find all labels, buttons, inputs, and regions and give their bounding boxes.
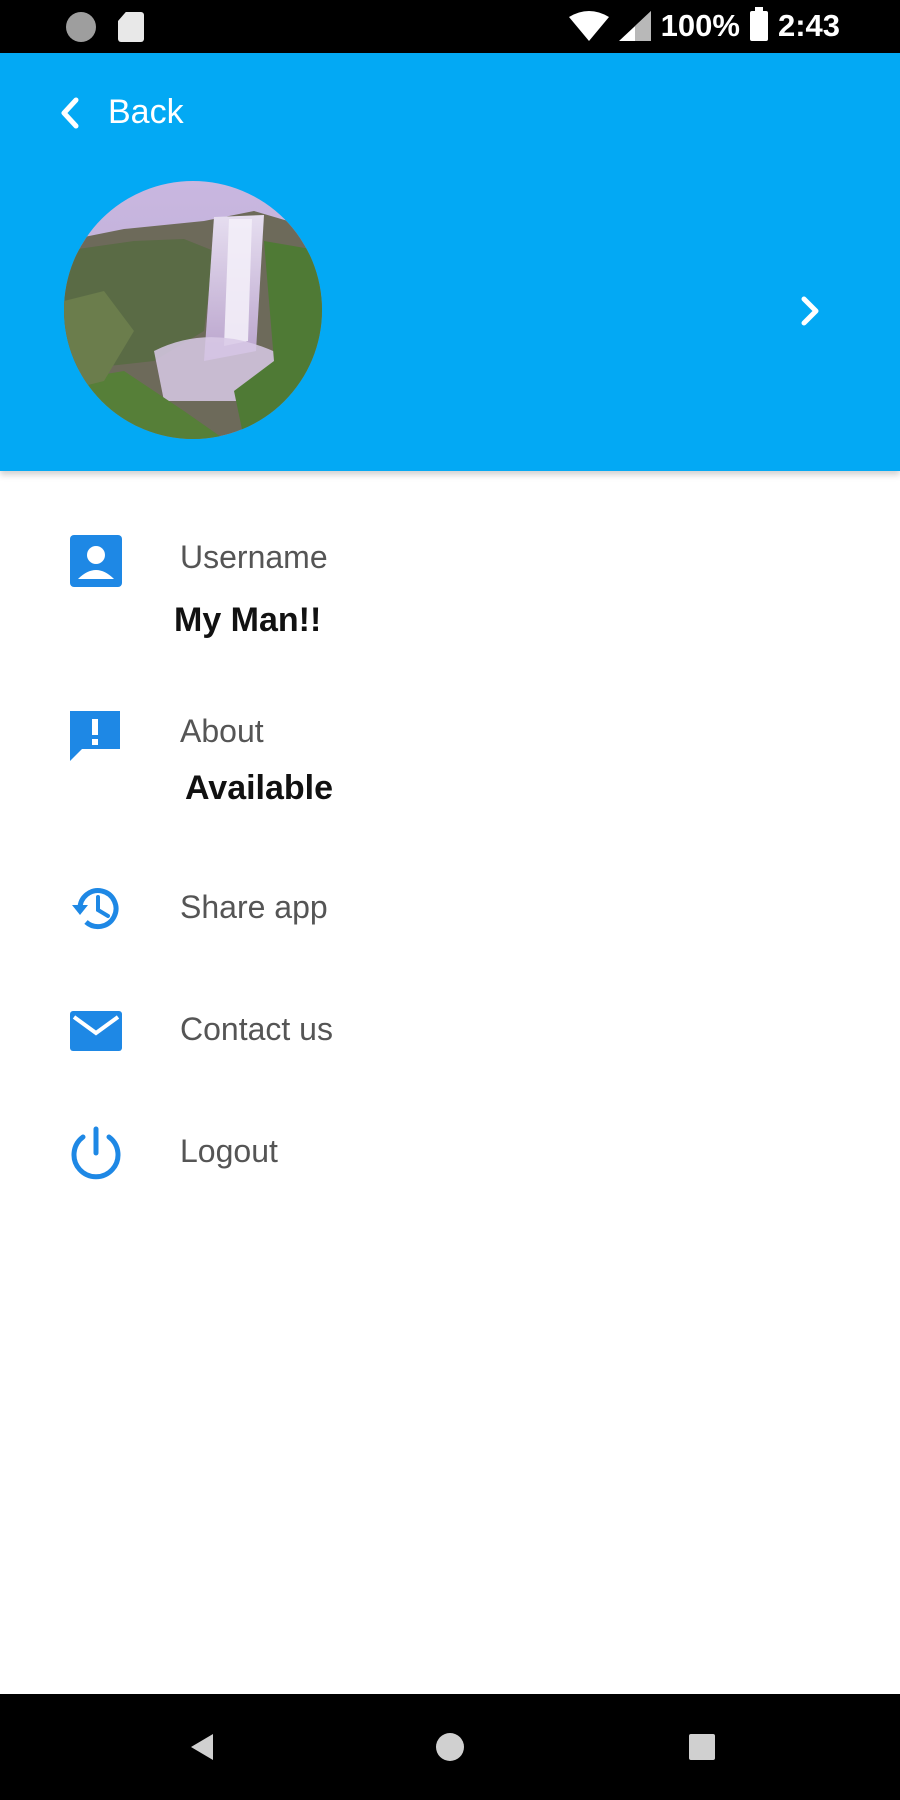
profile-header: Back bbox=[0, 53, 900, 471]
back-button[interactable]: Back bbox=[56, 93, 184, 132]
mail-icon bbox=[70, 1011, 122, 1051]
username-label: Username bbox=[180, 539, 328, 575]
about-label: About bbox=[180, 713, 264, 749]
profile-photo-waterfall bbox=[64, 181, 322, 439]
username-value: My Man!! bbox=[174, 601, 322, 639]
status-bar: 100% 2:43 bbox=[0, 0, 900, 53]
cell-signal-icon bbox=[618, 11, 651, 41]
account-box-icon bbox=[70, 535, 122, 587]
system-nav-bar bbox=[0, 1694, 900, 1800]
about-row[interactable]: About Available bbox=[0, 707, 900, 827]
power-icon bbox=[71, 1126, 121, 1180]
battery-icon bbox=[749, 7, 768, 41]
clock: 2:43 bbox=[777, 8, 840, 43]
home-circle-icon[interactable] bbox=[433, 1730, 467, 1764]
recents-square-icon[interactable] bbox=[685, 1730, 719, 1764]
logout-row[interactable]: Logout bbox=[0, 1123, 900, 1203]
chevron-left-icon bbox=[61, 97, 79, 128]
share-app-row[interactable]: Share app bbox=[0, 879, 900, 959]
logout-label: Logout bbox=[180, 1133, 278, 1169]
back-triangle-icon[interactable] bbox=[185, 1730, 219, 1764]
avatar[interactable] bbox=[64, 181, 322, 439]
chevron-right-icon[interactable] bbox=[796, 291, 826, 331]
username-row[interactable]: Username My Man!! bbox=[0, 531, 900, 651]
status-left-icons bbox=[66, 12, 144, 42]
status-right-icons: 100% 2:43 bbox=[568, 7, 840, 44]
feedback-icon bbox=[70, 711, 120, 761]
about-value: Available bbox=[185, 769, 334, 807]
share-app-label: Share app bbox=[180, 889, 328, 925]
back-label: Back bbox=[108, 93, 184, 131]
contact-us-row[interactable]: Contact us bbox=[0, 1001, 900, 1081]
history-icon bbox=[72, 888, 119, 930]
contact-us-label: Contact us bbox=[180, 1011, 333, 1047]
notification-dot-icon bbox=[66, 12, 96, 42]
sd-card-icon bbox=[118, 12, 144, 42]
wifi-icon bbox=[568, 11, 609, 41]
battery-percent: 100% bbox=[660, 8, 740, 43]
